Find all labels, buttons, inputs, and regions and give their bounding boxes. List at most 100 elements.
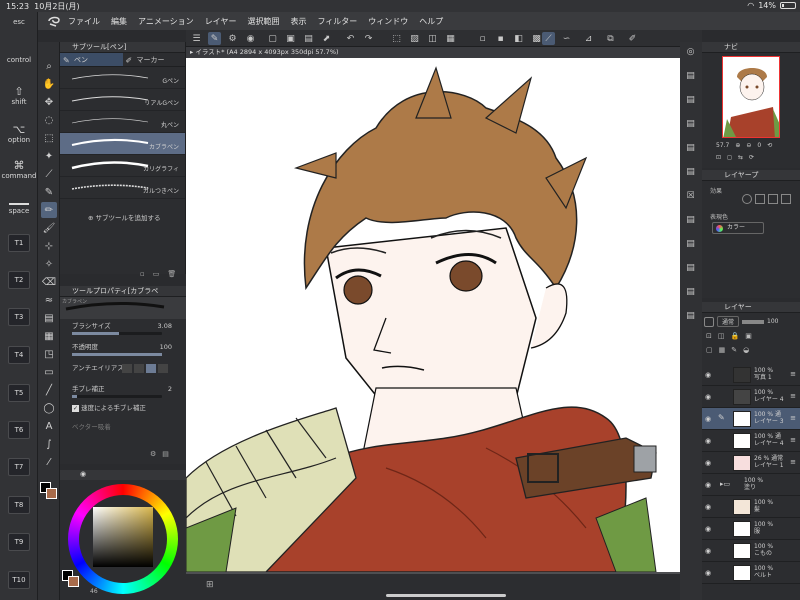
quick-access-icon[interactable]: ▤: [683, 260, 698, 275]
layer-folder-row[interactable]: ◉ ▸▭ 100 % 塗り: [702, 474, 800, 496]
aa-strong-option[interactable]: [158, 364, 168, 373]
brush-real-g-pen[interactable]: リアルGペン: [60, 89, 185, 111]
zoom-in-icon[interactable]: ⊕: [735, 142, 740, 149]
layer-row[interactable]: ◉ 100 % レイヤー 4 ≡: [702, 386, 800, 408]
t7-button[interactable]: T7: [8, 458, 30, 476]
reference-icon[interactable]: ◫: [718, 332, 725, 340]
pencil-tool-icon[interactable]: ✏: [41, 202, 57, 218]
menu-help[interactable]: ヘルプ: [419, 16, 443, 27]
aa-medium-option[interactable]: [146, 364, 156, 373]
layer-icon[interactable]: [704, 316, 714, 327]
brush-size-row[interactable]: ブラシサイズ 3.08: [60, 321, 186, 336]
layer-row[interactable]: ◉ 100 % ベルト: [702, 562, 800, 584]
brush-tool-icon[interactable]: 🖌: [41, 220, 57, 236]
navigator-tab-icon[interactable]: ◎: [683, 44, 698, 59]
view-icon[interactable]: ◉: [244, 32, 257, 45]
reset-icon[interactable]: ⟳: [749, 154, 754, 161]
sub-color-swatch[interactable]: [46, 488, 57, 499]
layer-row[interactable]: ◉ 100 % 写真 1 ≡: [702, 364, 800, 386]
tool-menu-icon[interactable]: ▤: [162, 450, 169, 458]
blend-tool-icon[interactable]: ≈: [41, 292, 57, 308]
aa-none-option[interactable]: [122, 364, 132, 373]
fill-tool-icon[interactable]: ▤: [41, 310, 57, 326]
flip-icon[interactable]: ⇆: [738, 154, 743, 161]
command-key[interactable]: ⌘ command: [0, 160, 38, 181]
brush-kabura-pen[interactable]: カブラペン: [60, 133, 185, 155]
deselect-icon[interactable]: ▨: [408, 32, 421, 45]
correct-line-icon[interactable]: ∫: [41, 436, 57, 452]
sub-color-chip[interactable]: [68, 576, 79, 587]
material-icon[interactable]: ▤: [683, 68, 698, 83]
tab-marker[interactable]: ✐ マーカー: [123, 53, 186, 66]
menu-edit[interactable]: 編集: [111, 16, 127, 27]
menu-file[interactable]: ファイル: [68, 16, 100, 27]
shape-tool-icon[interactable]: ◳: [41, 346, 57, 362]
tool-mode-icon[interactable]: ✎: [208, 32, 221, 45]
pen-tool-icon[interactable]: ✎: [41, 184, 57, 200]
t6-button[interactable]: T6: [8, 421, 30, 439]
intermediate-color-icon[interactable]: ▤: [683, 308, 698, 323]
navigator-preview[interactable]: [722, 56, 780, 138]
select-tool-icon[interactable]: ⬚: [41, 130, 57, 146]
menu-filter[interactable]: フィルター: [317, 16, 357, 27]
option-key[interactable]: ⌥ option: [0, 124, 38, 145]
sub-view-icon[interactable]: ▤: [683, 164, 698, 179]
canvas-grid-icon[interactable]: ⊞: [206, 580, 214, 590]
opacity-slider[interactable]: [72, 353, 162, 356]
magic-wand-icon[interactable]: ✦: [41, 148, 57, 164]
item-bank-icon[interactable]: ▤: [683, 236, 698, 251]
snap-ruler-icon[interactable]: ⟋: [542, 32, 555, 45]
speed-stab-row[interactable]: ✓ 速度による手ブレ補正: [60, 403, 186, 418]
lasso-tool-icon[interactable]: ◌: [41, 112, 57, 128]
fit-icon[interactable]: ⊡: [716, 154, 721, 161]
copy-subtool-icon[interactable]: ▫: [140, 270, 145, 278]
border-effect-icon[interactable]: [742, 194, 752, 204]
menu-layer[interactable]: レイヤー: [205, 16, 237, 27]
clear-icon[interactable]: ◫: [426, 32, 439, 45]
layer-row[interactable]: ◉ 100 % こもの: [702, 540, 800, 562]
blend-mode-select[interactable]: 通常: [717, 316, 740, 327]
brush-g-pen[interactable]: Gペン: [60, 67, 185, 89]
transform-icon[interactable]: ▫: [476, 32, 489, 45]
antialias-row[interactable]: アンチエイリアス: [60, 363, 186, 378]
canvas-tab[interactable]: ▸ イラスト* (A4 2894 x 4093px 350dpi 57.7%): [186, 47, 702, 58]
shift-key[interactable]: ⇧ shift: [0, 86, 38, 107]
save-icon[interactable]: ▤: [302, 32, 315, 45]
color-set-icon[interactable]: ▤: [683, 284, 698, 299]
invert-icon[interactable]: ◧: [512, 32, 525, 45]
fill-selection-icon[interactable]: ▦: [444, 32, 457, 45]
t5-button[interactable]: T5: [8, 384, 30, 402]
t9-button[interactable]: T9: [8, 533, 30, 551]
animation-icon[interactable]: ▤: [683, 140, 698, 155]
copy-icon[interactable]: ⧉: [604, 32, 617, 45]
expression-color-select[interactable]: カラー: [712, 222, 764, 234]
wrench-icon[interactable]: ⚙: [150, 450, 156, 458]
color-wheel-tab-icon[interactable]: ◉: [80, 470, 86, 478]
brush-textured-pen[interactable]: ガルつきペン: [60, 177, 185, 199]
aa-weak-option[interactable]: [134, 364, 144, 373]
menu-icon[interactable]: ☰: [190, 32, 203, 45]
t8-button[interactable]: T8: [8, 496, 30, 514]
text-tool-icon[interactable]: A: [41, 418, 57, 434]
outline-icon[interactable]: ▢: [706, 346, 713, 354]
t2-button[interactable]: T2: [8, 271, 30, 289]
saturation-value-square[interactable]: [93, 507, 153, 567]
rotate-icon[interactable]: ⟲: [767, 142, 772, 149]
vector-snap-row[interactable]: ベクター吸着: [60, 422, 186, 437]
eraser-tool-icon[interactable]: ⌫: [41, 274, 57, 290]
app-logo-icon[interactable]: [44, 14, 64, 28]
redo-icon[interactable]: ↷: [362, 32, 375, 45]
menu-selection[interactable]: 選択範囲: [247, 16, 279, 27]
balloon-tool-icon[interactable]: ◯: [41, 400, 57, 416]
brush-calligraphy[interactable]: カリグラフィ: [60, 155, 185, 177]
add-subtool-button[interactable]: ⊕ サブツールを追加する: [88, 212, 161, 222]
clip-icon[interactable]: ⊡: [706, 332, 712, 340]
extract-line-icon[interactable]: [755, 194, 765, 204]
menu-animation[interactable]: アニメーション: [138, 16, 194, 27]
eyedropper-icon[interactable]: ⟋: [41, 166, 57, 182]
menu-view[interactable]: 表示: [290, 16, 306, 27]
line-tool-icon[interactable]: ⁄: [41, 454, 57, 470]
illustration-canvas[interactable]: [186, 58, 680, 572]
palette-icon[interactable]: ◒: [743, 346, 749, 354]
zoom-tool-icon[interactable]: ⌕: [41, 58, 57, 74]
